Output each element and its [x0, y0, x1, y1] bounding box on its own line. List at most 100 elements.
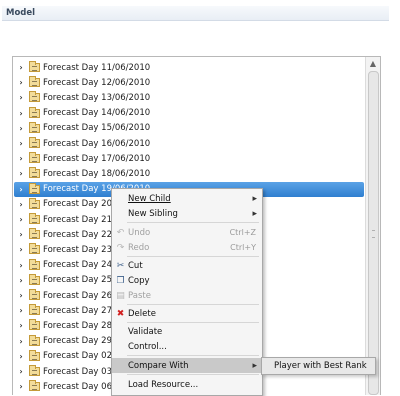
folder-icon [29, 121, 40, 133]
copy-label: Copy [128, 275, 150, 286]
folder-icon [29, 319, 40, 331]
tree-item[interactable]: › Forecast Day 12/06/2010 [14, 75, 364, 90]
expand-chevron-icon[interactable]: › [17, 169, 25, 178]
redo-label: Redo [128, 242, 150, 253]
menu-item-redo[interactable]: ↷ Redo Ctrl+Y [112, 240, 262, 255]
tree-item[interactable]: › Forecast Day 16/06/2010 [14, 136, 364, 151]
menu-item-undo[interactable]: ↶ Undo Ctrl+Z [112, 225, 262, 240]
folder-icon [29, 152, 40, 164]
menu-item-new-child[interactable]: New Child ▸ [112, 191, 262, 206]
paste-icon: ▤ [116, 290, 125, 301]
menu-item-validate[interactable]: Validate [112, 324, 262, 339]
tree-item[interactable]: › Forecast Day 14/06/2010 [14, 106, 364, 121]
redo-shortcut: Ctrl+Y [230, 243, 256, 252]
delete-icon: ✖ [116, 308, 125, 319]
expand-chevron-icon[interactable]: › [17, 109, 25, 118]
tree-item-label: Forecast Day 18/06/2010 [43, 168, 151, 179]
cut-label: Cut [128, 260, 143, 271]
redo-icon: ↷ [116, 242, 125, 253]
paste-label: Paste [128, 290, 151, 301]
folder-icon [29, 243, 40, 255]
menu-item-new-sibling[interactable]: New Sibling ▸ [112, 206, 262, 221]
menu-item-load-resource[interactable]: Load Resource... [112, 377, 262, 392]
folder-icon [29, 91, 40, 103]
expand-chevron-icon[interactable]: › [17, 200, 25, 209]
tree-item[interactable]: › Forecast Day 18/06/2010 [14, 166, 364, 181]
undo-shortcut: Ctrl+Z [229, 228, 256, 237]
menu-item-paste[interactable]: ▤ Paste [112, 288, 262, 303]
delete-label: Delete [128, 308, 156, 319]
expand-chevron-icon[interactable]: › [17, 291, 25, 300]
expand-chevron-icon[interactable]: › [17, 245, 25, 254]
expand-chevron-icon[interactable]: › [17, 124, 25, 133]
tree-item-label: Forecast Day 16/06/2010 [43, 138, 151, 149]
folder-icon [29, 334, 40, 346]
new-sibling-label: New Sibling [128, 208, 178, 219]
expand-chevron-icon[interactable]: › [17, 306, 25, 315]
menu-item-control[interactable]: Control... [112, 339, 262, 354]
menu-separator [127, 256, 259, 257]
folder-icon [29, 304, 40, 316]
grip-icon [372, 230, 375, 238]
menu-item-compare-with[interactable]: Compare With ▸ [112, 358, 262, 373]
model-title: Model [6, 8, 36, 18]
folder-icon [29, 61, 40, 72]
folder-icon [29, 213, 40, 224]
tree-item-label: Forecast Day 15/06/2010 [43, 123, 151, 134]
menu-separator [127, 374, 259, 375]
expand-chevron-icon[interactable]: › [17, 78, 25, 87]
tree-item[interactable]: › Forecast Day 17/06/2010 [14, 151, 364, 166]
load-resource-label: Load Resource... [128, 379, 199, 390]
scissors-icon: ✂ [116, 260, 125, 271]
menu-item-delete[interactable]: ✖ Delete [112, 306, 262, 321]
expand-chevron-icon[interactable]: › [17, 93, 25, 102]
menu-item-copy[interactable]: ❐ Copy [112, 273, 262, 288]
folder-icon [29, 380, 40, 392]
folder-icon [29, 76, 40, 88]
menu-item-cut[interactable]: ✂ Cut [112, 258, 262, 273]
chevron-right-icon: ▸ [252, 208, 257, 219]
folder-icon [29, 258, 40, 270]
tree-item-label: Forecast Day 13/06/2010 [43, 92, 151, 103]
scroll-up-icon[interactable]: ▲ [366, 57, 380, 69]
expand-chevron-icon[interactable]: › [17, 261, 25, 270]
tree-item-label: Forecast Day 12/06/2010 [43, 77, 151, 88]
folder-icon [29, 137, 40, 148]
new-child-label: New Child [128, 193, 171, 204]
folder-icon [29, 228, 40, 240]
expand-chevron-icon[interactable]: › [17, 382, 25, 391]
expand-chevron-icon[interactable]: › [17, 321, 25, 330]
folder-icon [29, 349, 40, 361]
expand-chevron-icon[interactable]: › [17, 352, 25, 361]
undo-label: Undo [128, 227, 151, 238]
expand-chevron-icon[interactable]: › [17, 367, 25, 376]
submenu-item-player-best-rank[interactable]: Player with Best Rank [274, 361, 367, 371]
expand-chevron-icon[interactable]: › [17, 276, 25, 285]
tree-item[interactable]: › Forecast Day 13/06/2010 [14, 90, 364, 105]
control-label: Control... [128, 341, 167, 352]
expand-chevron-icon[interactable]: › [17, 230, 25, 239]
scrollbar-thumb[interactable] [368, 71, 379, 395]
expand-chevron-icon[interactable]: › [17, 337, 25, 346]
tree-item-label: Forecast Day 11/06/2010 [43, 62, 151, 73]
tree-item[interactable]: › Forecast Day 11/06/2010 [14, 60, 364, 75]
chevron-right-icon: ▸ [252, 193, 257, 204]
folder-icon [29, 273, 40, 285]
menu-separator [127, 355, 259, 356]
expand-chevron-icon[interactable]: › [17, 139, 25, 148]
expand-chevron-icon[interactable]: › [17, 215, 25, 224]
expand-chevron-icon[interactable]: › [17, 63, 25, 72]
vertical-scrollbar[interactable]: ▲ [365, 57, 380, 395]
expand-chevron-icon[interactable]: › [17, 154, 25, 163]
chevron-right-icon: ▸ [252, 360, 257, 371]
menu-separator [127, 222, 259, 223]
tree-item[interactable]: › Forecast Day 15/06/2010 [14, 121, 364, 136]
tree-item-label: Forecast Day 17/06/2010 [43, 153, 151, 164]
undo-icon: ↶ [116, 227, 125, 238]
folder-icon [29, 365, 40, 376]
menu-separator [127, 322, 259, 323]
context-menu: New Child ▸ New Sibling ▸ ↶ Undo Ctrl+Z … [111, 188, 263, 396]
copy-icon: ❐ [116, 275, 125, 286]
validate-label: Validate [128, 326, 163, 337]
expand-chevron-icon[interactable]: › [17, 185, 25, 194]
